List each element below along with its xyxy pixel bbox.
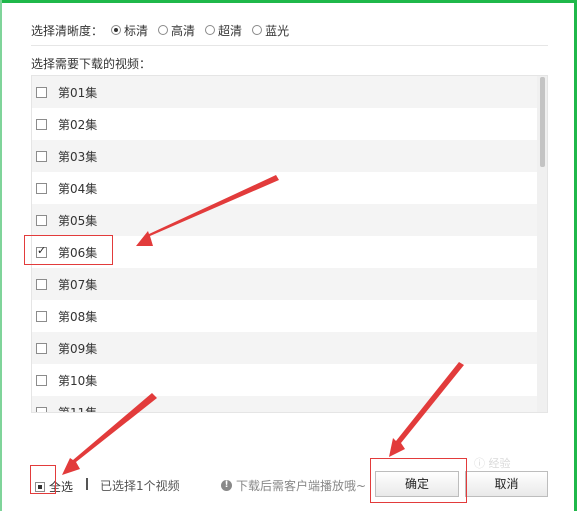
checkbox-icon[interactable] (36, 86, 47, 98)
episode-item-10[interactable]: 第10集 (32, 364, 547, 396)
checkbox-icon[interactable] (36, 406, 47, 412)
episode-item-03[interactable]: 第03集 (32, 140, 547, 172)
episode-label: 第06集 (58, 245, 98, 260)
episode-item-06[interactable]: 第06集 (32, 236, 547, 268)
quality-option-label: 蓝光 (265, 23, 290, 38)
info-icon: ! (221, 480, 232, 491)
episode-label: 第08集 (58, 309, 98, 324)
quality-option-label: 超清 (218, 23, 243, 38)
list-scrollbar[interactable] (537, 76, 547, 412)
episode-label: 第03集 (58, 149, 98, 164)
episode-item-08[interactable]: 第08集 (32, 300, 547, 332)
checkbox-icon[interactable] (36, 278, 47, 290)
quality-selector: 选择清晰度： 标清 高清 超清 蓝光 (31, 22, 299, 38)
confirm-button[interactable]: 确定 (375, 471, 459, 497)
episode-label: 第09集 (58, 341, 98, 356)
select-all-checkbox[interactable]: 全选 (35, 478, 73, 495)
radio-icon (111, 25, 122, 35)
checkbox-icon[interactable] (36, 342, 47, 354)
separator (86, 478, 88, 490)
checkbox-icon[interactable] (36, 374, 47, 386)
checkbox-icon[interactable] (36, 214, 47, 226)
episode-label: 第05集 (58, 213, 98, 228)
notice-text: 下载后需客户端播放哦~ (236, 479, 367, 493)
checkbox-icon[interactable] (36, 150, 47, 162)
episode-item-11[interactable]: 第11集 (32, 396, 547, 413)
client-notice: ! 下载后需客户端播放哦~ (221, 477, 366, 494)
episode-label: 第07集 (58, 277, 98, 292)
episode-item-05[interactable]: 第05集 (32, 204, 547, 236)
divider (31, 45, 548, 46)
episode-item-07[interactable]: 第07集 (32, 268, 547, 300)
radio-icon (252, 25, 263, 35)
episode-item-09[interactable]: 第09集 (32, 332, 547, 364)
episode-label: 第02集 (58, 117, 98, 132)
select-all-label: 全选 (49, 480, 74, 494)
episode-list[interactable]: 第01集 第02集 第03集 第04集 第05集 第06集 第07集 第08集 … (31, 75, 548, 413)
radio-icon (205, 25, 216, 35)
radio-icon (158, 25, 169, 35)
quality-option-sd[interactable]: 标清 (111, 22, 148, 39)
episode-item-04[interactable]: 第04集 (32, 172, 547, 204)
quality-option-label: 高清 (171, 23, 196, 38)
checkbox-icon[interactable] (36, 182, 47, 194)
episode-label: 第04集 (58, 181, 98, 196)
quality-label: 选择清晰度： (31, 23, 104, 38)
episode-item-02[interactable]: 第02集 (32, 108, 547, 140)
cancel-button[interactable]: 取消 (465, 471, 548, 497)
window-left-edge (0, 0, 2, 511)
quality-option-label: 标清 (124, 23, 149, 38)
list-title: 选择需要下载的视频： (31, 57, 152, 71)
dialog-footer: 全选 已选择1个视频 ! 下载后需客户端播放哦~ 确定 取消 (0, 470, 577, 500)
scrollbar-thumb[interactable] (540, 77, 545, 167)
window-top-accent (0, 0, 577, 3)
quality-option-bluray[interactable]: 蓝光 (252, 22, 289, 39)
checkbox-partial-icon[interactable] (35, 481, 45, 492)
checkbox-icon[interactable] (36, 310, 47, 322)
episode-label: 第10集 (58, 373, 98, 388)
episode-label: 第01集 (58, 85, 98, 100)
checkbox-icon[interactable] (36, 118, 47, 130)
episode-label: 第11集 (58, 405, 98, 413)
quality-option-hd[interactable]: 高清 (158, 22, 195, 39)
watermark: ⓘ 经验 (474, 457, 511, 470)
episode-item-01[interactable]: 第01集 (32, 76, 547, 108)
checkbox-checked-icon[interactable] (36, 244, 47, 258)
quality-option-shd[interactable]: 超清 (205, 22, 242, 39)
selected-count-text: 已选择1个视频 (100, 479, 180, 493)
